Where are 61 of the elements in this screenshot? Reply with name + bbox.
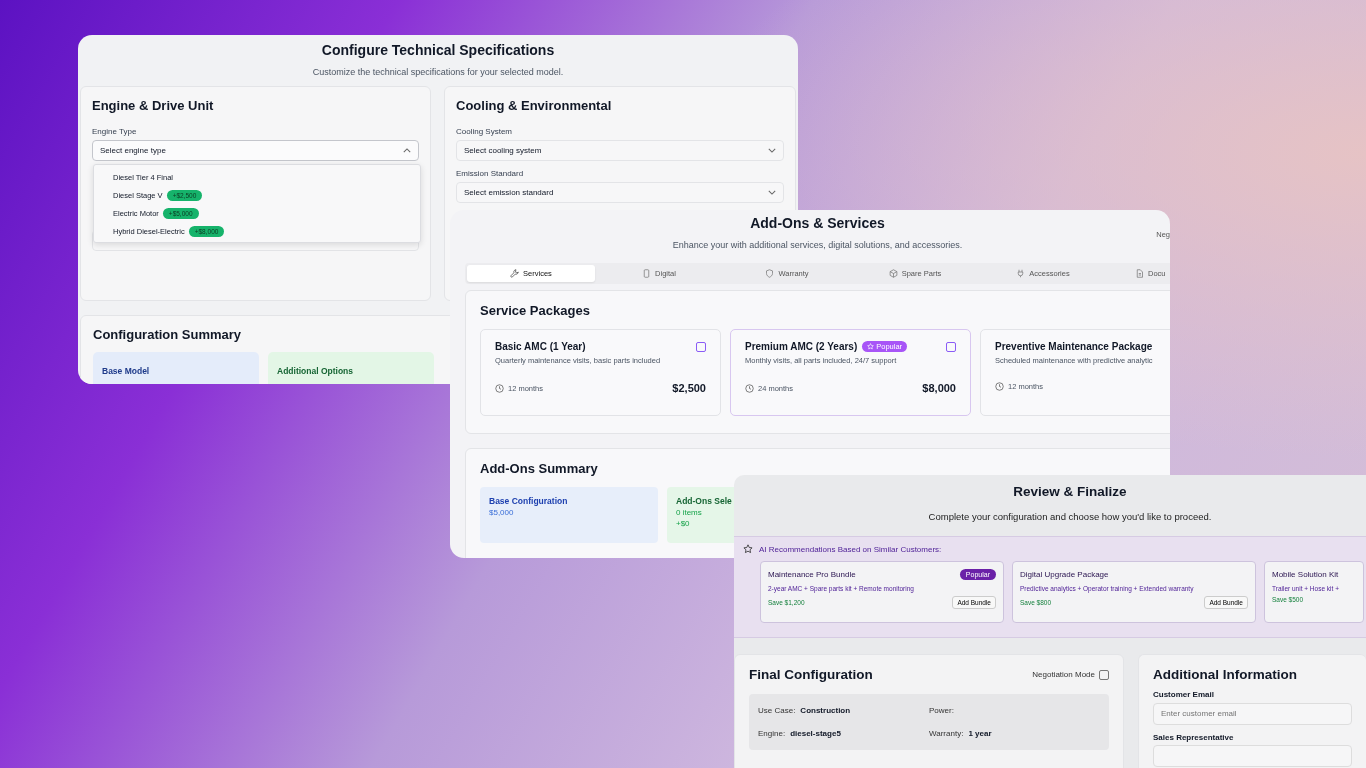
detail-value: Construction	[800, 706, 851, 715]
page-subtitle: Enhance your with additional services, digital solutions, and accessories.	[671, 240, 964, 250]
detail-label: Power:	[929, 706, 954, 715]
plug-icon	[1016, 269, 1026, 278]
card-value: 0 items	[676, 508, 703, 517]
detail-label: Use Case:	[758, 706, 796, 715]
panel-heading: Engine & Drive Unit	[92, 98, 215, 113]
page-title: Configure Technical Specifications	[320, 41, 556, 58]
card-title: Base Configuration	[489, 496, 569, 506]
page-title: Review & Finalize	[1012, 484, 1128, 499]
negotiation-checkbox[interactable]	[1099, 669, 1109, 680]
card-title: Add-Ons Sele	[676, 496, 733, 506]
panel-heading: Additional Information	[1153, 667, 1298, 682]
select-field[interactable]: Select engine type	[92, 140, 419, 161]
field-label: Customer Email	[1153, 690, 1215, 699]
select-field[interactable]: Select emission standard	[456, 182, 784, 203]
clock-icon	[745, 383, 754, 393]
package-price: $2,500	[672, 382, 706, 394]
detail-label: Engine:	[758, 729, 786, 738]
card-value: +$0	[676, 519, 691, 528]
input-field[interactable]: Enter customer email	[1153, 702, 1352, 725]
field-label: Cooling System	[456, 127, 514, 136]
wrench-icon	[510, 269, 520, 278]
panel-heading: Service Packages	[480, 303, 591, 318]
package-price: $8,000	[922, 382, 956, 394]
bundle-name: Mobile Solution Kit	[1272, 569, 1339, 579]
field-label: Emission Standard	[456, 169, 525, 178]
bundle-name: Digital Upgrade Package	[1020, 569, 1109, 579]
field-label: Sales Representative	[1153, 732, 1235, 742]
card-value: $5,000	[489, 508, 515, 517]
star-icon	[743, 544, 753, 554]
detail-value: diesel-stage5	[790, 729, 841, 738]
clock-icon	[995, 382, 1004, 391]
star-icon	[867, 343, 875, 350]
negotiation-label: Negotiation Mode	[1032, 670, 1095, 679]
clock-icon	[495, 383, 504, 393]
page-title: Add-Ons & Services	[749, 214, 886, 231]
package-name: Premium AMC (2 Years)	[745, 341, 858, 352]
phone-icon	[642, 269, 652, 278]
field-label: Engine Type	[92, 127, 138, 136]
package-name: Basic AMC (1 Year)	[495, 341, 586, 352]
input-field[interactable]	[1153, 745, 1352, 767]
card-title: Base Model	[102, 366, 150, 376]
page-subtitle: Customize the technical specifications for your selected model.	[311, 67, 565, 77]
panel-heading: Cooling & Environmental	[456, 98, 613, 113]
page-subtitle: Complete your configuration and choose how you'd like to proceed.	[927, 511, 1213, 522]
checkbox[interactable]	[696, 341, 706, 352]
panel-heading: Final Configuration	[749, 667, 873, 682]
document-icon	[1135, 269, 1144, 278]
card-title: Additional Options	[277, 366, 354, 376]
shield-icon	[765, 269, 775, 278]
bundle-name: Maintenance Pro Bundle	[768, 569, 856, 579]
select-field[interactable]: Select cooling system	[456, 140, 784, 161]
checkbox[interactable]	[946, 341, 956, 352]
detail-label: Warranty:	[929, 729, 964, 738]
package-name: Preventive Maintenance Package	[995, 341, 1153, 352]
recommendations-heading: AI Recommendations Based on Similar Customers:	[759, 544, 942, 554]
panel-heading: Configuration Summary	[93, 327, 243, 342]
panel-heading: Add-Ons Summary	[480, 461, 599, 476]
box-icon	[888, 269, 898, 278]
detail-value: 1 year	[968, 729, 992, 738]
